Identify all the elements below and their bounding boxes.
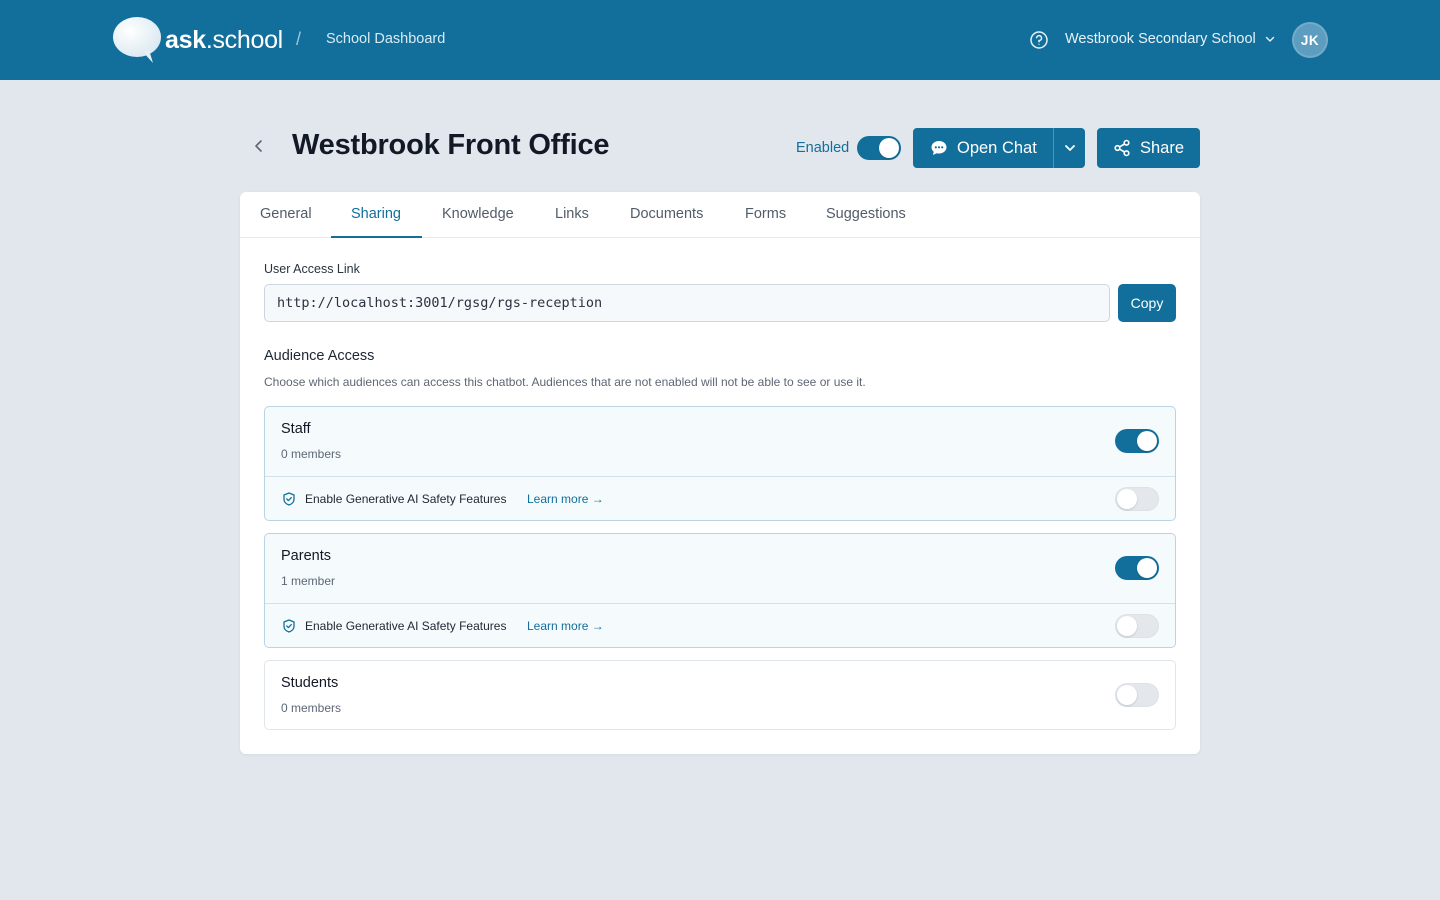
access-link-label: User Access Link — [264, 262, 360, 276]
top-navigation-bar: ask.school / School Dashboard Westbrook … — [0, 0, 1440, 80]
parents-safety-toggle[interactable] — [1115, 614, 1159, 638]
access-link-field[interactable]: http://localhost:3001/rgsg/rgs-reception — [264, 284, 1110, 322]
audience-card-staff: Staff 0 members Enable Generative AI Saf… — [264, 406, 1176, 521]
open-chat-split-button: Open Chat — [913, 128, 1085, 168]
page-title: Westbrook Front Office — [292, 129, 610, 161]
shield-check-icon — [283, 619, 295, 633]
brand-wordmark-light: .school — [205, 25, 283, 54]
share-label: Share — [1139, 138, 1185, 157]
help-circle-icon[interactable] — [1029, 30, 1049, 50]
toggle-knob — [1117, 616, 1137, 636]
learn-more-link[interactable]: Learn more → — [527, 492, 604, 506]
safety-features-row: Enable Generative AI Safety Features Lea… — [265, 476, 1175, 520]
audience-member-count: 0 members — [281, 447, 342, 461]
chevron-down-icon — [1064, 145, 1075, 151]
tab-forms[interactable]: Forms — [745, 206, 786, 222]
enabled-control: Enabled — [796, 136, 902, 160]
brand-wordmark-bold: ask — [165, 25, 206, 54]
chatbot-enabled-toggle[interactable] — [857, 136, 902, 160]
chatbot-settings-card: General Sharing Knowledge Links Document… — [240, 192, 1200, 754]
breadcrumb-school-dashboard[interactable]: School Dashboard — [326, 31, 445, 47]
breadcrumb-separator: / — [296, 29, 302, 49]
speech-bubble-logo-icon — [113, 17, 161, 63]
toggle-knob — [1117, 489, 1137, 509]
safety-features-row: Enable Generative AI Safety Features Lea… — [265, 603, 1175, 647]
toggle-knob — [1117, 685, 1137, 705]
tab-suggestions[interactable]: Suggestions — [826, 206, 906, 222]
brand-wordmark: ask.school — [165, 26, 283, 55]
enabled-label: Enabled — [796, 140, 850, 156]
students-access-toggle[interactable] — [1115, 683, 1159, 707]
toggle-knob — [1137, 558, 1157, 578]
school-selector-dropdown[interactable]: Westbrook Secondary School — [1065, 31, 1276, 47]
shield-check-icon — [283, 492, 295, 506]
audience-access-title: Audience Access — [264, 348, 375, 364]
audience-member-count: 1 member — [281, 574, 336, 588]
staff-safety-toggle[interactable] — [1115, 487, 1159, 511]
audience-header: Parents 1 member — [265, 534, 1175, 603]
learn-more-link[interactable]: Learn more → — [527, 619, 604, 633]
tab-general[interactable]: General — [260, 206, 312, 222]
school-selector-label: Westbrook Secondary School — [1065, 31, 1256, 47]
user-avatar[interactable]: JK — [1292, 22, 1328, 58]
active-tab-indicator — [331, 236, 422, 238]
tab-knowledge[interactable]: Knowledge — [442, 206, 514, 222]
toggle-knob — [1137, 431, 1157, 451]
safety-features-label: Enable Generative AI Safety Features — [305, 492, 507, 506]
audience-name: Students — [281, 675, 339, 691]
back-chevron-icon[interactable] — [248, 135, 270, 157]
chat-bubble-icon — [931, 141, 947, 155]
tab-documents[interactable]: Documents — [630, 206, 703, 222]
share-button[interactable]: Share — [1097, 128, 1200, 168]
staff-access-toggle[interactable] — [1115, 429, 1159, 453]
toggle-knob — [879, 138, 900, 158]
audience-card-students: Students 0 members — [264, 660, 1176, 730]
settings-tabs: General Sharing Knowledge Links Document… — [240, 192, 1200, 238]
open-chat-button[interactable]: Open Chat — [913, 128, 1053, 168]
audience-header: Staff 0 members — [265, 407, 1175, 476]
audience-member-count: 0 members — [281, 701, 342, 715]
audience-card-parents: Parents 1 member Enable Generative AI Sa… — [264, 533, 1176, 648]
tab-links[interactable]: Links — [555, 206, 589, 222]
open-chat-label: Open Chat — [957, 138, 1037, 157]
tab-sharing[interactable]: Sharing — [351, 206, 401, 222]
audience-header: Students 0 members — [265, 661, 1175, 729]
audience-name: Staff — [281, 421, 311, 437]
brand-logo-link[interactable]: ask.school — [112, 16, 283, 64]
parents-access-toggle[interactable] — [1115, 556, 1159, 580]
copy-link-button[interactable]: Copy — [1118, 284, 1176, 322]
chevron-down-icon — [1265, 36, 1274, 42]
audience-access-description: Choose which audiences can access this c… — [264, 375, 866, 389]
open-chat-options-button[interactable] — [1054, 128, 1085, 168]
share-icon — [1114, 139, 1130, 157]
audience-name: Parents — [281, 548, 331, 564]
safety-features-label: Enable Generative AI Safety Features — [305, 619, 507, 633]
